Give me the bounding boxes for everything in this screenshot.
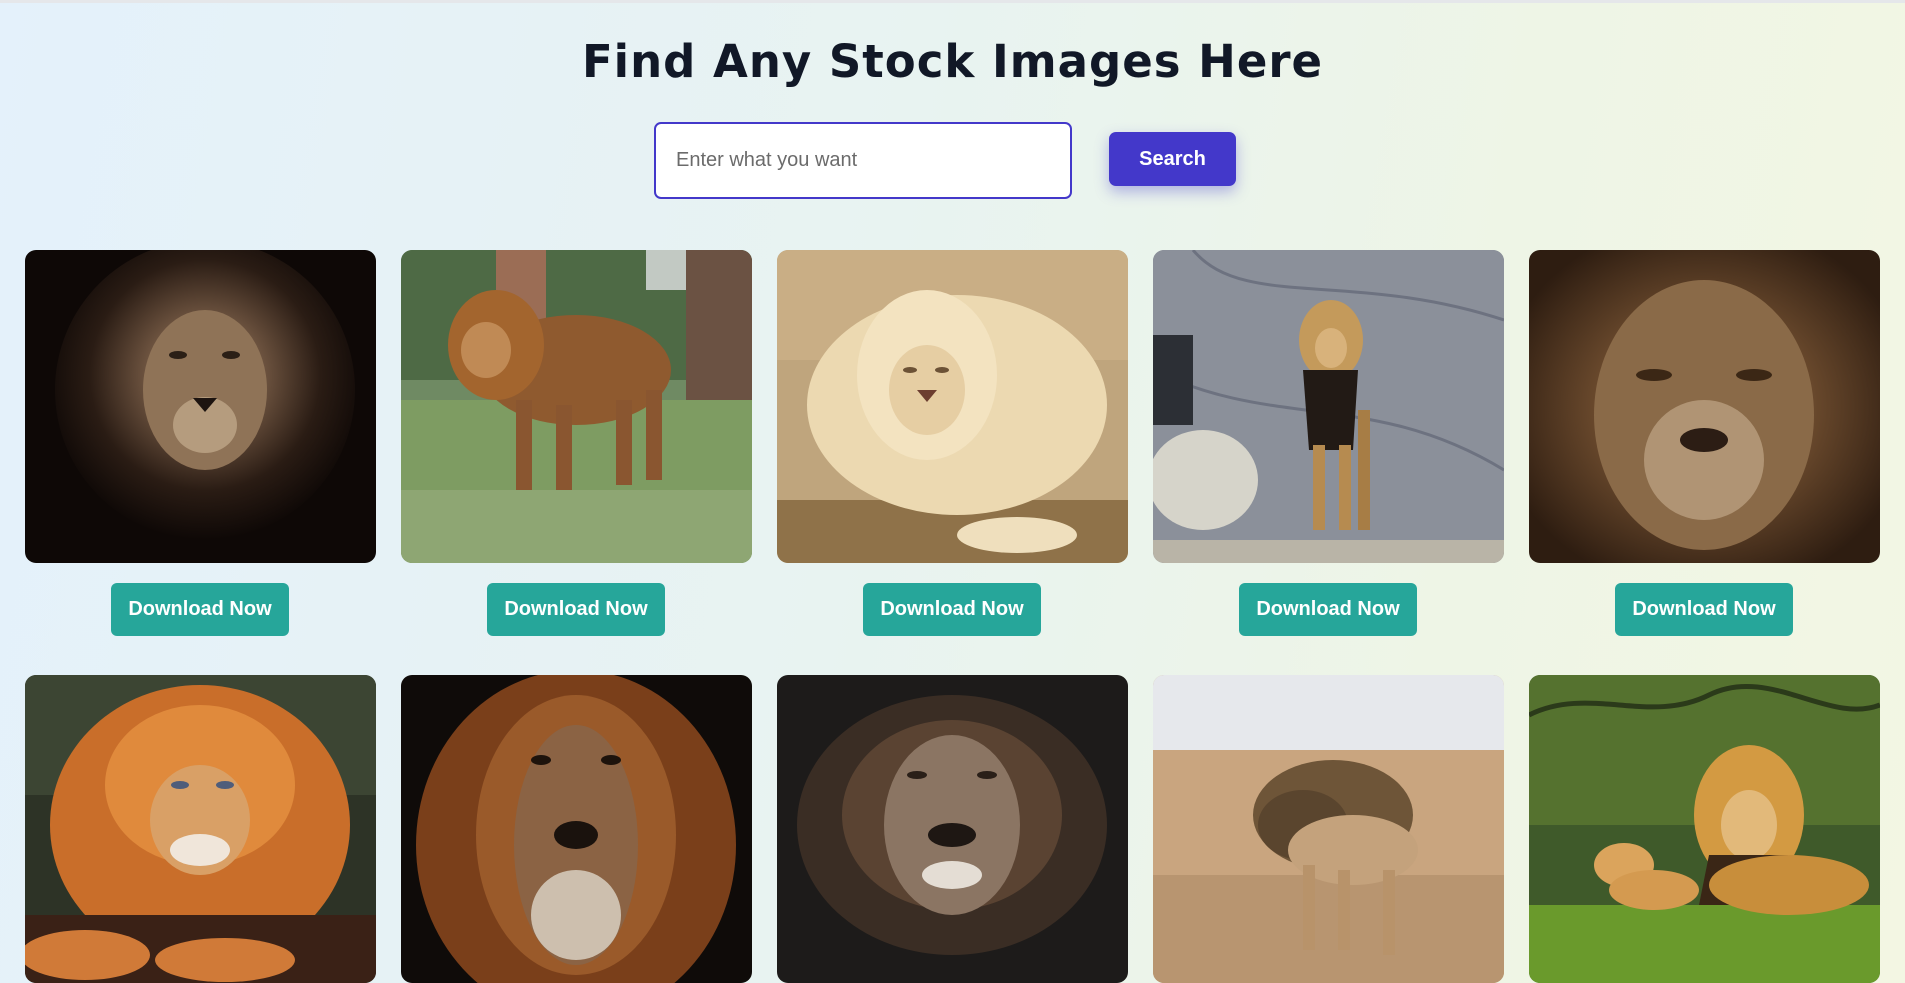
- page-title: Find Any Stock Images Here: [581, 35, 1324, 88]
- stock-image-lion-walking[interactable]: [401, 250, 752, 563]
- download-button[interactable]: Download Now: [487, 583, 665, 636]
- image-card: Download Now: [401, 250, 752, 636]
- stock-image-lion-with-cub[interactable]: [1529, 675, 1880, 983]
- stock-image-lion-savanna[interactable]: [1153, 675, 1504, 983]
- stock-image-lion-standing[interactable]: [1153, 250, 1504, 563]
- image-card: [1529, 675, 1880, 983]
- download-button[interactable]: Download Now: [1615, 583, 1793, 636]
- image-card: Download Now: [1529, 250, 1880, 636]
- stock-image-lion-portrait[interactable]: [25, 250, 376, 563]
- search-input[interactable]: [654, 122, 1072, 199]
- image-card: Download Now: [1153, 250, 1504, 636]
- image-card: [777, 675, 1128, 983]
- image-card: [401, 675, 752, 983]
- stock-image-lion-lying[interactable]: [25, 675, 376, 983]
- stock-image-lion-dark[interactable]: [401, 675, 752, 983]
- search-button[interactable]: Search: [1109, 132, 1236, 186]
- image-card: Download Now: [777, 250, 1128, 636]
- stock-image-white-lion[interactable]: [777, 250, 1128, 563]
- top-divider: [0, 0, 1905, 3]
- stock-image-lion-scarred[interactable]: [777, 675, 1128, 983]
- download-button[interactable]: Download Now: [1239, 583, 1417, 636]
- image-card: [1153, 675, 1504, 983]
- download-button[interactable]: Download Now: [863, 583, 1041, 636]
- image-card: [25, 675, 376, 983]
- stock-image-lion-closeup[interactable]: [1529, 250, 1880, 563]
- image-card: Download Now: [25, 250, 376, 636]
- download-button[interactable]: Download Now: [111, 583, 289, 636]
